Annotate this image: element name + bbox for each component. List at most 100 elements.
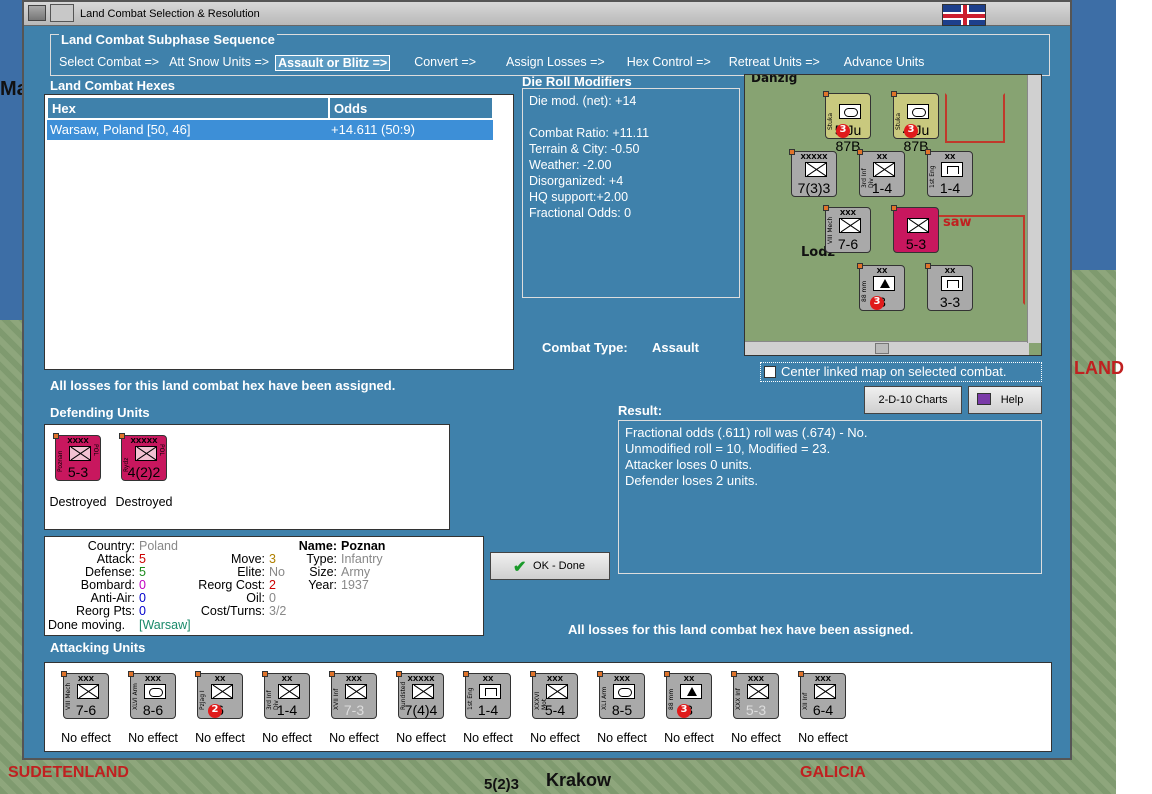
unit-info-panel: Country: Poland Attack: 5 Defense: 5 Bom…: [44, 536, 484, 636]
unit-status: Destroyed: [115, 495, 173, 509]
odds-cell: +14.611 (50:9): [331, 122, 415, 137]
unit-strength: 1-4: [477, 702, 499, 718]
table-row[interactable]: Warsaw, Poland [50, 46] +14.611 (50:9): [47, 120, 493, 140]
subphase-step: Advance Units: [843, 55, 925, 69]
unit-counter[interactable]: XX88 mm33: [857, 263, 905, 311]
combat-type-label: Combat Type:: [542, 340, 628, 355]
map-label-krakow: Krakow: [546, 770, 612, 790]
defense-key: Defense:: [84, 565, 135, 579]
drm-line: Terrain & City: -0.50: [529, 142, 640, 156]
unit-counter[interactable]: XXXX Poznan POL 5-3: [53, 433, 101, 481]
unit-counter[interactable]: XXXXX Rydz POL 4(2)2: [119, 433, 167, 481]
unit-counter[interactable]: XXX XXXVI Mot 5-4: [530, 671, 578, 719]
center-linked-label: Center linked map on selected combat.: [781, 364, 1007, 379]
unit-type-icon: [211, 684, 233, 699]
unit-type-icon: [873, 162, 895, 177]
attacking-units-panel: XXX VIII Mech 7-6 No effect XXX XLVI Arm 8-6 No…: [44, 662, 1052, 752]
unit-badge: 3: [870, 296, 884, 310]
odds-column-header[interactable]: Odds: [329, 97, 493, 119]
status-dot: [891, 91, 897, 97]
unit-counter[interactable]: XXX VIII Mech 7-6: [61, 671, 109, 719]
unit-counter[interactable]: XXXXX 7(3)3: [789, 149, 837, 197]
unit-type-icon: [839, 218, 861, 233]
unit-type-icon: [69, 446, 91, 461]
unit-counter[interactable]: 5-3: [891, 205, 939, 253]
charts-button[interactable]: 2-D-10 Charts: [864, 386, 962, 414]
unit-strength: 3-3: [939, 294, 961, 310]
reorgpts-value: 0: [139, 604, 146, 618]
unit-strength: 7-3: [343, 702, 365, 718]
center-linked-option[interactable]: Center linked map on selected combat.: [760, 362, 1042, 382]
unit-counter[interactable]: XXPzJag I62: [195, 671, 243, 719]
subphase-step: Retreat Units =>: [728, 55, 820, 69]
attack-value: 5: [139, 552, 146, 566]
unit-status: No effect: [463, 731, 513, 745]
unit-status: No effect: [396, 731, 446, 745]
unit-badge: 3: [836, 124, 850, 138]
size-value: Army: [341, 565, 371, 579]
unit-counter[interactable]: XXX VIII Mech 7-6: [823, 205, 871, 253]
hex-column-header[interactable]: Hex: [47, 97, 329, 119]
unit-counter[interactable]: XX 3rd Inf Div 1-4: [857, 149, 905, 197]
drm-line: Combat Ratio: +11.11: [529, 126, 650, 140]
title-bar[interactable]: Land Combat Selection & Resolution: [24, 2, 1070, 26]
unit-counter[interactable]: XX 3-3: [925, 263, 973, 311]
unit-badge: 2: [208, 704, 222, 718]
unit-type-icon: [144, 684, 166, 699]
oil-key: Oil:: [246, 591, 265, 605]
system-menu-icon[interactable]: [28, 5, 46, 21]
unit-counter[interactable]: XXXXX Rundstedt 7(4)4: [396, 671, 444, 719]
unit-counter[interactable]: XX 1st Eng 1-4: [463, 671, 511, 719]
unit-strength: 5-3: [67, 464, 89, 480]
unit-counter[interactable]: Stuka5 Ju 87B3: [823, 91, 871, 154]
unit-strength: 8-6: [142, 702, 164, 718]
name-key: Name:: [298, 539, 337, 553]
unit-counter[interactable]: XXX XII Inf 6-4: [798, 671, 846, 719]
drm-line: Disorganized: +4: [529, 174, 624, 188]
minimap-horizontal-scrollbar[interactable]: [745, 341, 1029, 355]
unit-location: [Warsaw]: [139, 618, 191, 632]
scroll-thumb[interactable]: [875, 343, 889, 354]
minimize-icon[interactable]: [50, 4, 74, 22]
unit-counter[interactable]: XX 1st Eng 1-4: [925, 149, 973, 197]
unit-counter[interactable]: XXX XLI Arm 8-5: [597, 671, 645, 719]
unit-type-icon: [680, 684, 702, 699]
unit-status: No effect: [664, 731, 714, 745]
unit-badge: 3: [677, 704, 691, 718]
center-linked-checkbox[interactable]: [764, 366, 776, 378]
unit-counter[interactable]: XX88 mm33: [664, 671, 712, 719]
attack-key: Attack:: [96, 552, 135, 566]
result-line: Defender loses 2 units.: [625, 473, 758, 488]
ok-done-button[interactable]: ✔ OK - Done: [490, 552, 610, 580]
minimap-vertical-scrollbar[interactable]: [1027, 75, 1041, 343]
subphase-step: Hex Control =>: [626, 55, 711, 69]
map-label-land: LAND: [1074, 358, 1124, 378]
unit-counter[interactable]: XXX XVII Inf 7-3: [329, 671, 377, 719]
unit-type-icon: [907, 218, 929, 233]
unit-type-icon: [907, 104, 929, 119]
unit-counter[interactable]: XXX XLVI Arm 8-6: [128, 671, 176, 719]
help-button[interactable]: Help: [968, 386, 1042, 414]
unit-counter[interactable]: XX 3rd Inf Div 1-4: [262, 671, 310, 719]
unit-size-label: XXXXX: [800, 153, 828, 161]
unit-strength: 1-4: [939, 180, 961, 196]
subphase-step: Assault or Blitz =>: [275, 55, 391, 71]
defending-title: Defending Units: [50, 405, 150, 420]
unit-type-icon: [345, 684, 367, 699]
losses-assigned-message-2: All losses for this land combat hex have…: [568, 622, 914, 637]
unit-status: No effect: [530, 731, 580, 745]
oil-value: 0: [269, 591, 276, 605]
unit-type-icon: [873, 276, 895, 291]
unit-status: No effect: [597, 731, 647, 745]
unit-type-icon: [839, 104, 861, 119]
linked-minimap[interactable]: Danzig Lodz saw Stuka5 Ju 87B3Stuka4 Ju …: [744, 74, 1042, 356]
combat-hexes-table[interactable]: Hex Odds Warsaw, Poland [50, 46] +14.611…: [44, 94, 514, 370]
unit-type-icon: [77, 684, 99, 699]
year-key: Year:: [308, 578, 337, 592]
unit-counter[interactable]: Stuka4 Ju 87B3: [891, 91, 939, 154]
unit-counter[interactable]: XXX XXX Inf 5-3: [731, 671, 779, 719]
unit-status: Destroyed: [49, 495, 107, 509]
unit-type-icon: [278, 684, 300, 699]
help-book-icon: [977, 393, 991, 405]
result-line: Unmodified roll = 10, Modified = 23.: [625, 441, 831, 456]
